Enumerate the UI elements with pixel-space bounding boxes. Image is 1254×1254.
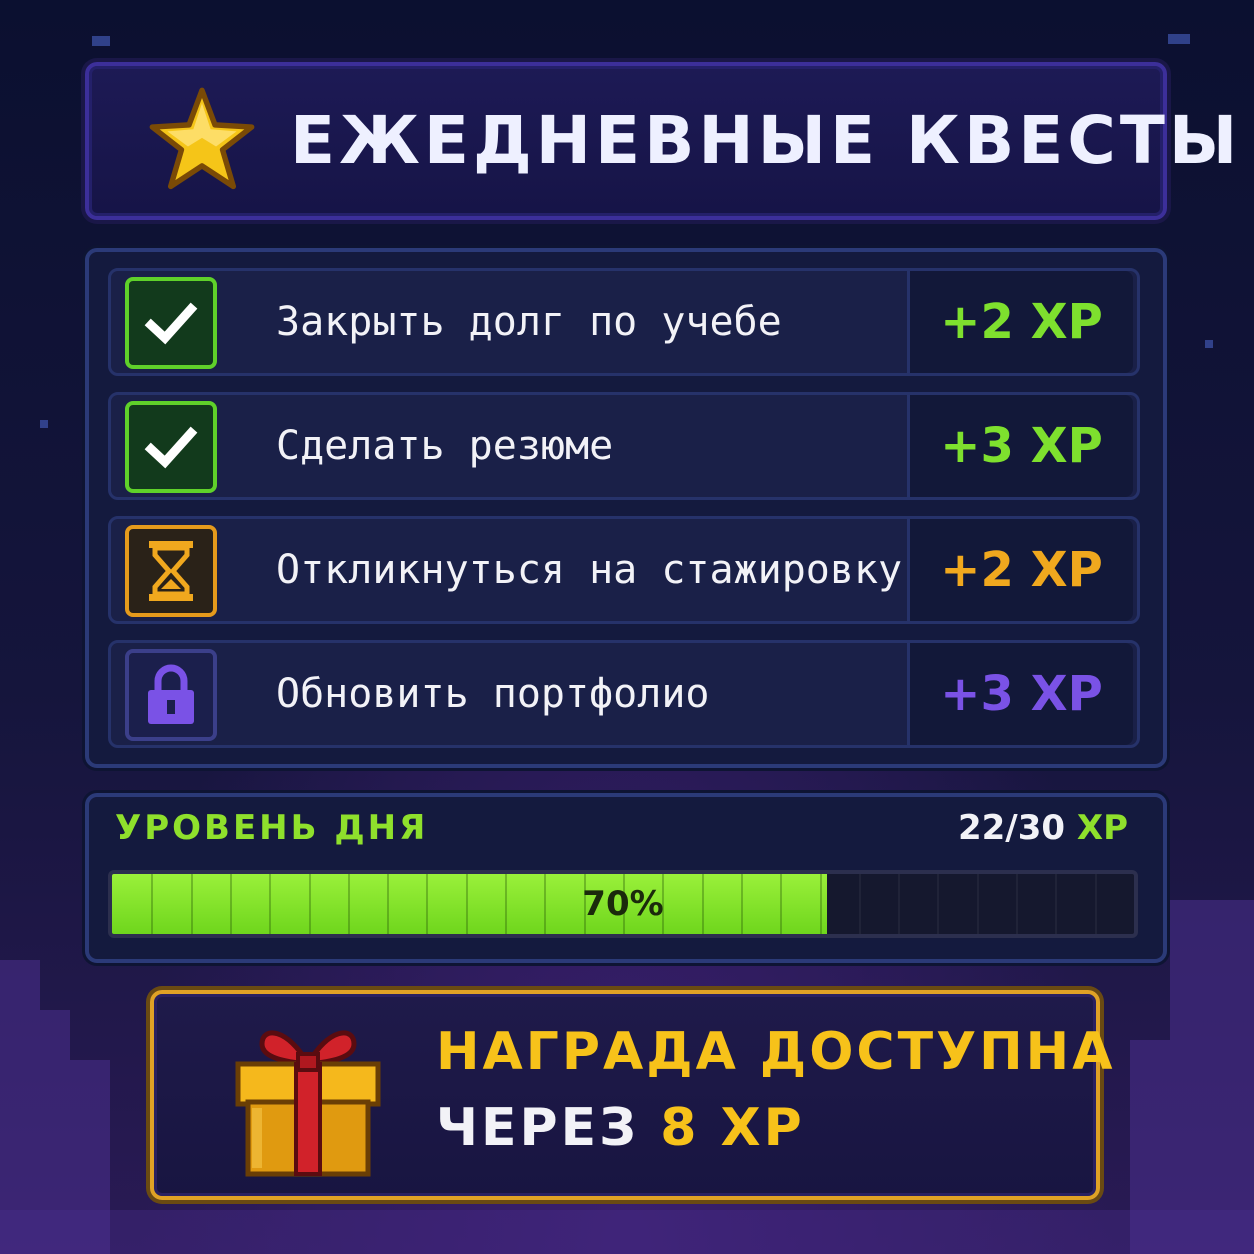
quest-item[interactable]: Сделать резюме +3 XP [108, 392, 1140, 500]
quest-label: Закрыть долг по учебе [276, 299, 782, 345]
star-icon [149, 87, 255, 190]
page-title: ЕЖЕДНЕВНЫЕ КВЕСТЫ [290, 102, 1242, 179]
quest-item[interactable]: Обновить портфолио +3 XP [108, 640, 1140, 748]
day-level-count: 22/30 XP [958, 808, 1128, 848]
xp-unit: XP [1076, 808, 1128, 848]
progress-label: 70% [582, 884, 664, 924]
day-level-title: УРОВЕНЬ ДНЯ [115, 808, 429, 848]
quest-label: Сделать резюме [276, 423, 614, 469]
checkmark-icon [125, 277, 217, 369]
reward-subtitle: ЧЕРЕЗ 8 XP [436, 1098, 805, 1158]
quest-label: Откликнуться на стажировку [276, 547, 903, 593]
lock-icon [125, 649, 217, 741]
xp-current: 22/30 [957, 808, 1066, 848]
checkmark-icon [125, 401, 217, 493]
quest-label: Обновить портфолио [276, 671, 710, 717]
gift-icon [235, 1030, 381, 1177]
progress-bar: 70% [108, 870, 1138, 938]
quest-xp-reward: +2 XP [907, 271, 1133, 373]
hourglass-icon [125, 525, 217, 617]
quest-xp-reward: +3 XP [907, 395, 1133, 497]
quest-xp-reward: +3 XP [907, 643, 1133, 745]
quest-xp-reward: +2 XP [907, 519, 1133, 621]
quest-item[interactable]: Откликнуться на стажировку +2 XP [108, 516, 1140, 624]
reward-title: НАГРАДА ДОСТУПНА [436, 1022, 1116, 1082]
reward-prefix: ЧЕРЕЗ [436, 1098, 640, 1158]
reward-amount: 8 XP [660, 1098, 805, 1158]
quest-item[interactable]: Закрыть долг по учебе +2 XP [108, 268, 1140, 376]
